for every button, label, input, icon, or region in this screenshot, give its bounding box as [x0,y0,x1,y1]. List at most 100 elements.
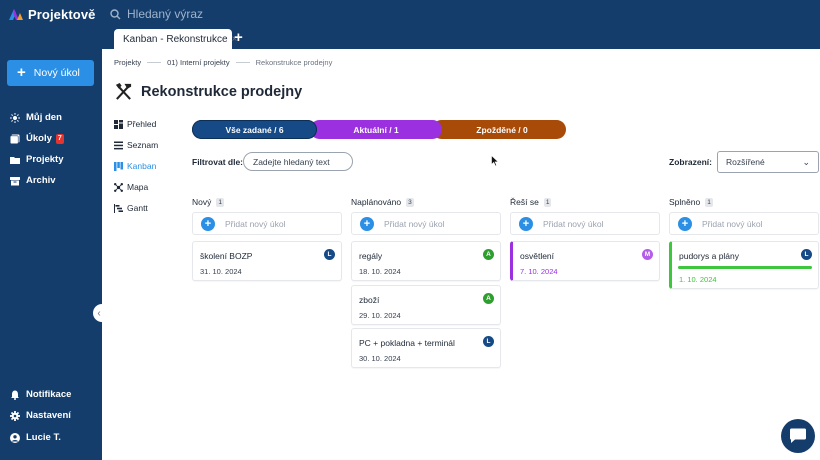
task-title: zboží [359,295,380,305]
tools-icon [115,82,132,100]
sidebar-item-my-day[interactable]: Můj den [10,112,62,123]
column-title: Naplánováno [351,197,402,207]
subnav-item-list[interactable]: Seznam [114,140,158,150]
chevron-down-icon: ⌄ [802,156,810,167]
task-title: PC + pokladna + terminál [359,338,455,348]
column-title: Nový [192,197,212,207]
sidebar-item-label: Nastavení [26,410,71,421]
subnav-label: Seznam [127,140,159,150]
sidebar-item-label: Projekty [26,154,64,165]
breadcrumb-item[interactable]: Projekty [114,58,141,67]
task-card[interactable]: PC + pokladna + terminál 30. 10. 2024 L [351,328,501,368]
kanban-column-new: Nový 1 + Přidat nový úkol školení BOZP 3… [192,196,342,281]
assignee-avatar[interactable]: M [642,249,653,260]
sidebar-item-archive[interactable]: Archiv [10,175,56,186]
breadcrumb: Projekty 01) Interní projekty Rekonstruk… [114,58,332,67]
add-task-button[interactable]: + Přidat nový úkol [510,212,660,235]
sidebar: + Nový úkol Můj den Úkoly 7 Projekty Arc… [0,28,102,460]
kanban-column-in-progress: Řeší se 1 + Přidat nový úkol osvětlení 7… [510,196,660,281]
task-card[interactable]: zboží 29. 10. 2024 A [351,285,501,325]
assignee-avatar[interactable]: L [801,249,812,260]
subnav-item-kanban[interactable]: Kanban [114,161,156,171]
assignee-avatar[interactable]: L [483,336,494,347]
breadcrumb-item[interactable]: 01) Interní projekty [167,58,230,67]
task-date: 29. 10. 2024 [359,311,401,320]
app-logo[interactable]: Projektově [8,5,95,23]
view-select-value: Rozšířené [726,157,765,167]
column-header: Řeší se 1 [510,196,660,208]
gantt-icon [114,203,123,213]
map-icon [114,182,123,192]
task-date: 18. 10. 2024 [359,267,401,276]
add-task-button[interactable]: + Přidat nový úkol [669,212,819,235]
sidebar-item-settings[interactable]: Nastavení [10,410,71,421]
task-date: 31. 10. 2024 [200,267,242,276]
task-date: 7. 10. 2024 [520,267,558,276]
status-pill-label: Zpožděné / 0 [476,124,528,135]
add-tab-button[interactable]: + [234,30,243,46]
subnav-item-map[interactable]: Mapa [114,182,148,192]
column-header: Nový 1 [192,196,342,208]
add-task-label: Přidat nový úkol [384,218,445,229]
filter-input[interactable] [243,152,353,171]
search-input[interactable]: Hledaný výraz [127,7,203,21]
column-count-badge: 3 [406,197,414,207]
plus-icon: + [519,216,533,231]
top-bar: Projektově Hledaný výraz [0,0,820,28]
view-select[interactable]: Rozšířené ⌄ [717,151,819,173]
task-title: osvětlení [520,251,555,261]
new-task-button[interactable]: + Nový úkol [7,60,94,86]
sun-icon [10,112,20,123]
add-task-label: Přidat nový úkol [702,218,763,229]
tasks-count-badge: 7 [55,133,64,144]
subnav-item-overview[interactable]: Přehled [114,119,156,129]
assignee-avatar[interactable]: A [483,249,494,260]
subnav-label: Mapa [127,182,149,192]
tasks-icon [10,134,20,144]
status-pill-label: Vše zadané / 6 [225,124,284,135]
column-title: Řeší se [510,197,539,207]
task-card[interactable]: regály 18. 10. 2024 A [351,241,501,281]
task-card[interactable]: pudorys a plány 1. 10. 2024 L [669,241,819,289]
chat-button[interactable] [781,419,815,453]
status-pill-current[interactable]: Aktuální / 1 [310,120,442,139]
task-title: pudorys a plány [679,251,740,261]
status-pill-all[interactable]: Vše zadané / 6 [192,120,317,139]
plus-icon: + [17,64,26,81]
assignee-avatar[interactable]: A [483,293,494,304]
new-task-label: Nový úkol [33,67,80,79]
assignee-avatar[interactable]: L [324,249,335,260]
plus-icon: + [360,216,374,231]
sidebar-item-notifications[interactable]: Notifikace [10,389,71,400]
subnav-item-gantt[interactable]: Gantt [114,203,148,213]
subnav-label: Kanban [127,161,157,171]
tab-strip: Kanban - Rekonstrukce × + [102,28,820,49]
task-card[interactable]: osvětlení 7. 10. 2024 M [510,241,660,281]
task-date: 30. 10. 2024 [359,354,401,363]
tab-kanban-rekonstrukce[interactable]: Kanban - Rekonstrukce × [114,29,237,49]
sidebar-item-label: Můj den [26,112,62,123]
list-icon [114,141,123,149]
column-count-badge: 1 [705,197,713,207]
view-label: Zobrazení: [669,157,712,167]
folder-icon [10,156,20,164]
bell-icon [11,390,19,400]
filter-label: Filtrovat dle: [192,157,244,167]
app-name: Projektově [28,6,96,22]
user-icon [10,432,20,443]
sidebar-item-user[interactable]: Lucie T. [10,432,61,443]
task-title: regály [359,251,383,261]
global-search[interactable]: Hledaný výraz [110,5,203,23]
task-date: 1. 10. 2024 [679,275,717,284]
sidebar-item-projects[interactable]: Projekty [10,154,64,165]
add-task-button[interactable]: + Přidat nový úkol [192,212,342,235]
add-task-button[interactable]: + Přidat nový úkol [351,212,501,235]
column-count-badge: 1 [543,197,552,207]
sidebar-item-tasks[interactable]: Úkoly 7 [10,133,64,144]
kanban-column-done: Splněno 1 + Přidat nový úkol pudorys a p… [669,196,819,289]
task-card[interactable]: školení BOZP 31. 10. 2024 L [192,241,342,281]
task-progress-bar [678,266,812,269]
status-pill-delayed[interactable]: Zpožděné / 0 [432,120,566,139]
column-count-badge: 1 [216,197,224,207]
column-title: Splněno [669,197,701,207]
